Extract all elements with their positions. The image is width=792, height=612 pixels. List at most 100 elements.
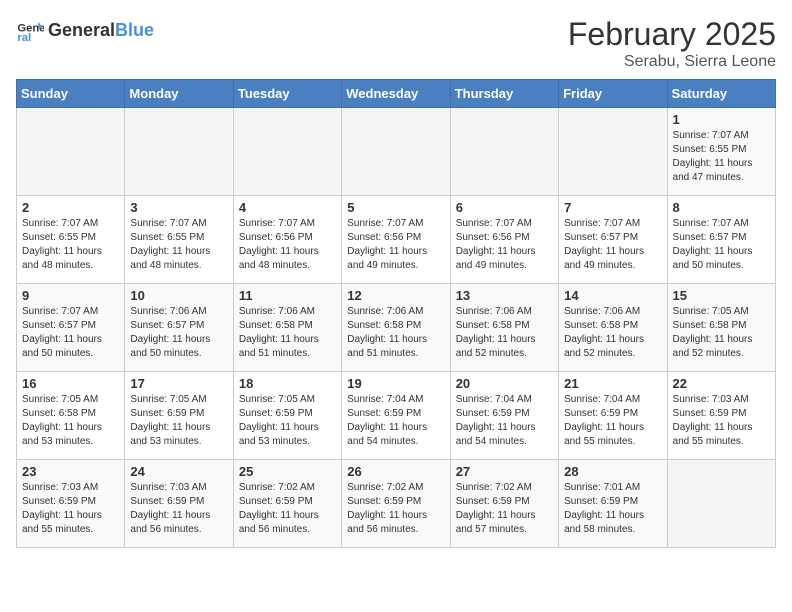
day-number: 3	[130, 200, 227, 215]
calendar-cell	[17, 108, 125, 196]
calendar-cell	[667, 460, 775, 548]
calendar-cell: 1 Sunrise: 7:07 AM Sunset: 6:55 PM Daylig…	[667, 108, 775, 196]
day-info: Sunrise: 7:07 AM Sunset: 6:57 PM Dayligh…	[673, 217, 770, 273]
page-header: Gene ral GeneralBlue February 2025 Serab…	[16, 16, 776, 71]
day-number: 23	[22, 464, 119, 479]
day-info: Sunrise: 7:06 AM Sunset: 6:58 PM Dayligh…	[456, 305, 553, 361]
calendar-cell: 8 Sunrise: 7:07 AM Sunset: 6:57 PM Daylig…	[667, 196, 775, 284]
calendar-cell	[125, 108, 233, 196]
day-number: 26	[347, 464, 444, 479]
calendar-cell: 24 Sunrise: 7:03 AM Sunset: 6:59 PM Dayli…	[125, 460, 233, 548]
day-info: Sunrise: 7:07 AM Sunset: 6:56 PM Dayligh…	[456, 217, 553, 273]
day-number: 24	[130, 464, 227, 479]
day-info: Sunrise: 7:02 AM Sunset: 6:59 PM Dayligh…	[347, 481, 444, 537]
day-number: 15	[673, 288, 770, 303]
day-number: 25	[239, 464, 336, 479]
day-number: 16	[22, 376, 119, 391]
day-info: Sunrise: 7:07 AM Sunset: 6:57 PM Dayligh…	[564, 217, 661, 273]
calendar-cell: 18 Sunrise: 7:05 AM Sunset: 6:59 PM Dayli…	[233, 372, 341, 460]
calendar-cell: 7Sunrise: 7:07 AM Sunset: 6:57 PM Daylig…	[559, 196, 667, 284]
column-header-monday: Monday	[125, 80, 233, 108]
day-number: 22	[673, 376, 770, 391]
calendar-table: SundayMondayTuesdayWednesdayThursdayFrid…	[16, 79, 776, 548]
calendar-cell: 14 Sunrise: 7:06 AM Sunset: 6:58 PM Dayli…	[559, 284, 667, 372]
day-info: Sunrise: 7:07 AM Sunset: 6:55 PM Dayligh…	[673, 129, 770, 185]
calendar-cell: 26 Sunrise: 7:02 AM Sunset: 6:59 PM Dayli…	[342, 460, 450, 548]
day-info: Sunrise: 7:01 AM Sunset: 6:59 PM Dayligh…	[564, 481, 661, 537]
calendar-week-row: 16 Sunrise: 7:05 AM Sunset: 6:58 PM Dayli…	[17, 372, 776, 460]
day-number: 20	[456, 376, 553, 391]
day-info: Sunrise: 7:07 AM Sunset: 6:56 PM Dayligh…	[239, 217, 336, 273]
calendar-header-row: SundayMondayTuesdayWednesdayThursdayFrid…	[17, 80, 776, 108]
calendar-week-row: 9 Sunrise: 7:07 AM Sunset: 6:57 PM Daylig…	[17, 284, 776, 372]
column-header-wednesday: Wednesday	[342, 80, 450, 108]
calendar-cell: 10 Sunrise: 7:06 AM Sunset: 6:57 PM Dayli…	[125, 284, 233, 372]
calendar-cell: 23 Sunrise: 7:03 AM Sunset: 6:59 PM Dayli…	[17, 460, 125, 548]
calendar-cell: 19 Sunrise: 7:04 AM Sunset: 6:59 PM Dayli…	[342, 372, 450, 460]
day-info: Sunrise: 7:06 AM Sunset: 6:58 PM Dayligh…	[347, 305, 444, 361]
column-header-thursday: Thursday	[450, 80, 558, 108]
day-info: Sunrise: 7:03 AM Sunset: 6:59 PM Dayligh…	[673, 393, 770, 449]
day-number: 1	[673, 112, 770, 127]
day-number: 17	[130, 376, 227, 391]
calendar-cell: 22 Sunrise: 7:03 AM Sunset: 6:59 PM Dayli…	[667, 372, 775, 460]
day-number: 8	[673, 200, 770, 215]
day-info: Sunrise: 7:07 AM Sunset: 6:56 PM Dayligh…	[347, 217, 444, 273]
day-number: 10	[130, 288, 227, 303]
column-header-friday: Friday	[559, 80, 667, 108]
day-info: Sunrise: 7:04 AM Sunset: 6:59 PM Dayligh…	[564, 393, 661, 449]
calendar-cell: 5 Sunrise: 7:07 AM Sunset: 6:56 PM Daylig…	[342, 196, 450, 284]
calendar-cell: 6 Sunrise: 7:07 AM Sunset: 6:56 PM Daylig…	[450, 196, 558, 284]
calendar-cell: 9 Sunrise: 7:07 AM Sunset: 6:57 PM Daylig…	[17, 284, 125, 372]
calendar-cell: 12Sunrise: 7:06 AM Sunset: 6:58 PM Dayli…	[342, 284, 450, 372]
logo: Gene ral GeneralBlue	[16, 16, 154, 44]
calendar-cell	[233, 108, 341, 196]
day-info: Sunrise: 7:06 AM Sunset: 6:57 PM Dayligh…	[130, 305, 227, 361]
day-number: 5	[347, 200, 444, 215]
day-info: Sunrise: 7:05 AM Sunset: 6:59 PM Dayligh…	[239, 393, 336, 449]
day-number: 28	[564, 464, 661, 479]
calendar-cell: 11Sunrise: 7:06 AM Sunset: 6:58 PM Dayli…	[233, 284, 341, 372]
day-info: Sunrise: 7:06 AM Sunset: 6:58 PM Dayligh…	[564, 305, 661, 361]
day-info: Sunrise: 7:05 AM Sunset: 6:58 PM Dayligh…	[22, 393, 119, 449]
column-header-sunday: Sunday	[17, 80, 125, 108]
column-header-saturday: Saturday	[667, 80, 775, 108]
logo-blue: Blue	[115, 20, 154, 41]
calendar-cell	[559, 108, 667, 196]
day-number: 21	[564, 376, 661, 391]
calendar-cell: 17Sunrise: 7:05 AM Sunset: 6:59 PM Dayli…	[125, 372, 233, 460]
calendar-week-row: 23 Sunrise: 7:03 AM Sunset: 6:59 PM Dayli…	[17, 460, 776, 548]
day-info: Sunrise: 7:07 AM Sunset: 6:55 PM Dayligh…	[22, 217, 119, 273]
calendar-cell: 3 Sunrise: 7:07 AM Sunset: 6:55 PM Daylig…	[125, 196, 233, 284]
calendar-cell: 21 Sunrise: 7:04 AM Sunset: 6:59 PM Dayli…	[559, 372, 667, 460]
day-number: 18	[239, 376, 336, 391]
day-number: 19	[347, 376, 444, 391]
day-number: 27	[456, 464, 553, 479]
day-info: Sunrise: 7:04 AM Sunset: 6:59 PM Dayligh…	[456, 393, 553, 449]
calendar-week-row: 2 Sunrise: 7:07 AM Sunset: 6:55 PM Daylig…	[17, 196, 776, 284]
calendar-cell: 27Sunrise: 7:02 AM Sunset: 6:59 PM Dayli…	[450, 460, 558, 548]
calendar-cell: 20 Sunrise: 7:04 AM Sunset: 6:59 PM Dayli…	[450, 372, 558, 460]
calendar-cell	[450, 108, 558, 196]
calendar-cell: 25 Sunrise: 7:02 AM Sunset: 6:59 PM Dayli…	[233, 460, 341, 548]
day-number: 6	[456, 200, 553, 215]
day-info: Sunrise: 7:03 AM Sunset: 6:59 PM Dayligh…	[130, 481, 227, 537]
day-info: Sunrise: 7:07 AM Sunset: 6:57 PM Dayligh…	[22, 305, 119, 361]
column-header-tuesday: Tuesday	[233, 80, 341, 108]
title-block: February 2025 Serabu, Sierra Leone	[568, 16, 776, 71]
logo-icon: Gene ral	[16, 16, 44, 44]
day-info: Sunrise: 7:06 AM Sunset: 6:58 PM Dayligh…	[239, 305, 336, 361]
day-number: 13	[456, 288, 553, 303]
day-info: Sunrise: 7:03 AM Sunset: 6:59 PM Dayligh…	[22, 481, 119, 537]
day-info: Sunrise: 7:07 AM Sunset: 6:55 PM Dayligh…	[130, 217, 227, 273]
logo-general: General	[48, 20, 115, 41]
calendar-cell	[342, 108, 450, 196]
day-info: Sunrise: 7:02 AM Sunset: 6:59 PM Dayligh…	[239, 481, 336, 537]
logo-text: GeneralBlue	[48, 20, 154, 41]
day-number: 2	[22, 200, 119, 215]
day-number: 14	[564, 288, 661, 303]
day-info: Sunrise: 7:04 AM Sunset: 6:59 PM Dayligh…	[347, 393, 444, 449]
month-year-title: February 2025	[568, 16, 776, 53]
calendar-cell: 16 Sunrise: 7:05 AM Sunset: 6:58 PM Dayli…	[17, 372, 125, 460]
day-number: 9	[22, 288, 119, 303]
